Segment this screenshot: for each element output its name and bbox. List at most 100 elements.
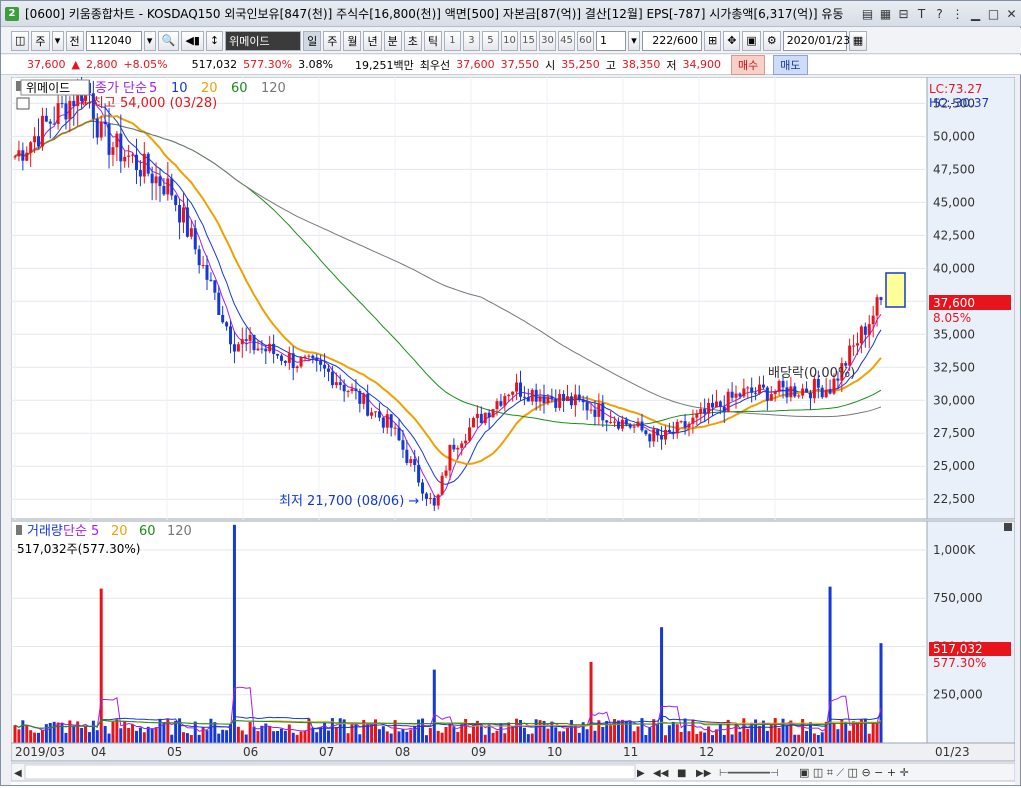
period-unit-select[interactable]: 주 <box>31 30 50 51</box>
volume-bar <box>48 722 52 743</box>
close-icon[interactable]: ✕ <box>1003 5 1020 22</box>
candle-body <box>538 396 542 402</box>
candle-body <box>127 155 131 157</box>
sell-button[interactable]: 매도 <box>773 54 808 75</box>
save-icon[interactable]: ▣ <box>742 30 761 51</box>
layout-icon-button[interactable]: ◫ <box>11 30 30 51</box>
zoom-slider-icon[interactable]: ⊢━━━━━━━⊣ <box>719 768 779 779</box>
volume-bar <box>115 719 119 743</box>
candle-body <box>393 427 397 429</box>
scroll-track[interactable] <box>24 764 636 780</box>
interval-option[interactable]: 3 <box>462 30 480 51</box>
candle-body <box>174 195 178 206</box>
chevron-down-icon[interactable]: ▾ <box>51 30 64 51</box>
candle-body <box>146 153 150 174</box>
current-price-tag-text: 37,600 <box>933 296 975 310</box>
chart-canvas[interactable]: 52,50050,00047,50045,00042,50040,00037,5… <box>10 69 1016 785</box>
volume-bar <box>805 730 809 743</box>
volume-bar <box>52 721 56 743</box>
x-axis <box>10 742 1016 762</box>
volume-bar <box>577 732 581 743</box>
candle-body <box>287 353 291 363</box>
period-tab-tick[interactable]: 틱 <box>423 30 442 51</box>
candle-body <box>875 297 879 316</box>
speaker-icon[interactable]: ◀▮ <box>181 30 204 51</box>
candle-body <box>123 156 127 162</box>
candle-body <box>605 420 609 423</box>
font-icon[interactable]: T <box>913 5 930 22</box>
interval-option[interactable]: 60 <box>576 30 594 51</box>
candle-body <box>663 429 667 440</box>
candle-body <box>593 409 597 417</box>
title-bar: 2 [0600] 키움종합차트 - KOSDAQ150 외국인보유[847(천)… <box>1 1 1021 27</box>
volume-value: 517,032 <box>191 58 238 71</box>
interval-option[interactable]: 30 <box>538 30 556 51</box>
interval-option[interactable]: 45 <box>557 30 575 51</box>
scroll-left-icon[interactable]: ◀ <box>14 768 22 779</box>
candle-body <box>824 389 828 398</box>
volume-bar <box>515 718 519 743</box>
arrow-icon[interactable]: ↕ <box>205 30 224 51</box>
fast-forward-icon[interactable]: ▶▶ <box>696 768 712 779</box>
candle-body <box>413 459 417 465</box>
period-tab-minute[interactable]: 분 <box>383 30 402 51</box>
candle-body <box>244 339 248 341</box>
volume-bar <box>554 727 558 743</box>
layout-icon[interactable]: ▦ <box>877 5 894 22</box>
volume-bar <box>217 733 221 743</box>
calendar-icon[interactable]: ▦ <box>848 30 868 51</box>
count-select[interactable]: 1 <box>595 30 626 51</box>
ex-dividend-annotation: 배당락(0.00%) <box>768 366 855 381</box>
pin-icon[interactable]: ⊟ <box>895 5 912 22</box>
chart-area[interactable]: 52,50050,00047,50045,00042,50040,00037,5… <box>10 69 1016 785</box>
panel-close-icon[interactable] <box>1004 523 1012 531</box>
tile-icon[interactable]: ▤ <box>859 5 876 22</box>
candle-body <box>225 322 229 327</box>
minimize-icon[interactable]: ▁ <box>967 5 984 22</box>
volume-bar <box>703 732 707 743</box>
stock-code-input[interactable]: 112040 <box>85 30 142 51</box>
search-icon[interactable]: 🔍 <box>157 30 180 51</box>
price-y-tick: 25,000 <box>933 459 975 473</box>
prev-button[interactable]: 전 <box>65 30 84 51</box>
period-tab-second[interactable]: 초 <box>403 30 422 51</box>
maximize-icon[interactable]: □ <box>985 5 1002 22</box>
grid-toggle-icon[interactable] <box>16 97 30 110</box>
period-tab-week[interactable]: 주 <box>323 30 342 51</box>
period-tab-day[interactable]: 일 <box>303 30 322 51</box>
stop-icon[interactable]: ■ <box>677 768 686 779</box>
volume-legend-item: 60 <box>139 524 156 539</box>
candle-body <box>417 464 421 483</box>
volume-bar <box>620 719 624 743</box>
code-dropdown-icon[interactable]: ▾ <box>143 30 156 51</box>
candle-body <box>115 133 119 148</box>
period-tab-year[interactable]: 년 <box>363 30 382 51</box>
volume-bar <box>138 727 142 743</box>
price-y-tick: 42,500 <box>933 228 975 242</box>
volume-bar <box>401 729 405 743</box>
range-input[interactable]: 222/600 <box>641 30 702 51</box>
date-input[interactable]: 2020/01/23 <box>782 30 850 51</box>
volume-bar <box>522 727 526 743</box>
candle-body <box>613 421 617 423</box>
crosshair-icon[interactable]: ✥ <box>723 30 741 51</box>
view-toggle-icon[interactable]: ▣ ◫ ⌗ ⟋ ◫ ⊖ − + ✛ <box>799 766 909 779</box>
rewind-icon[interactable]: ◀◀ <box>653 768 669 779</box>
count-dropdown-icon[interactable]: ▾ <box>627 30 640 51</box>
scroll-right-icon[interactable]: ▶ <box>637 768 645 779</box>
interval-option[interactable]: 15 <box>519 30 537 51</box>
volume-panel-handle-icon[interactable] <box>16 525 22 535</box>
current-marker-box[interactable] <box>885 272 906 308</box>
period-tab-month[interactable]: 월 <box>343 30 362 51</box>
candle-body <box>209 279 213 281</box>
interval-option[interactable]: 10 <box>500 30 518 51</box>
help-icon[interactable]: ? <box>931 5 948 22</box>
gear-icon[interactable]: ⚙ <box>762 30 781 51</box>
candle-body <box>37 136 41 147</box>
interval-option[interactable]: 5 <box>481 30 499 51</box>
buy-button[interactable]: 매수 <box>731 54 766 75</box>
interval-option[interactable]: 1 <box>443 30 461 51</box>
current-price: 37,600 <box>27 58 66 71</box>
zoom-in-icon[interactable]: ⊞ <box>703 30 722 51</box>
candle-body <box>675 421 679 434</box>
